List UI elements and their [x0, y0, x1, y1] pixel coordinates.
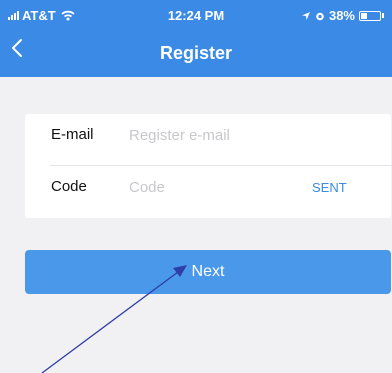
annotation-arrow: [41, 265, 187, 373]
